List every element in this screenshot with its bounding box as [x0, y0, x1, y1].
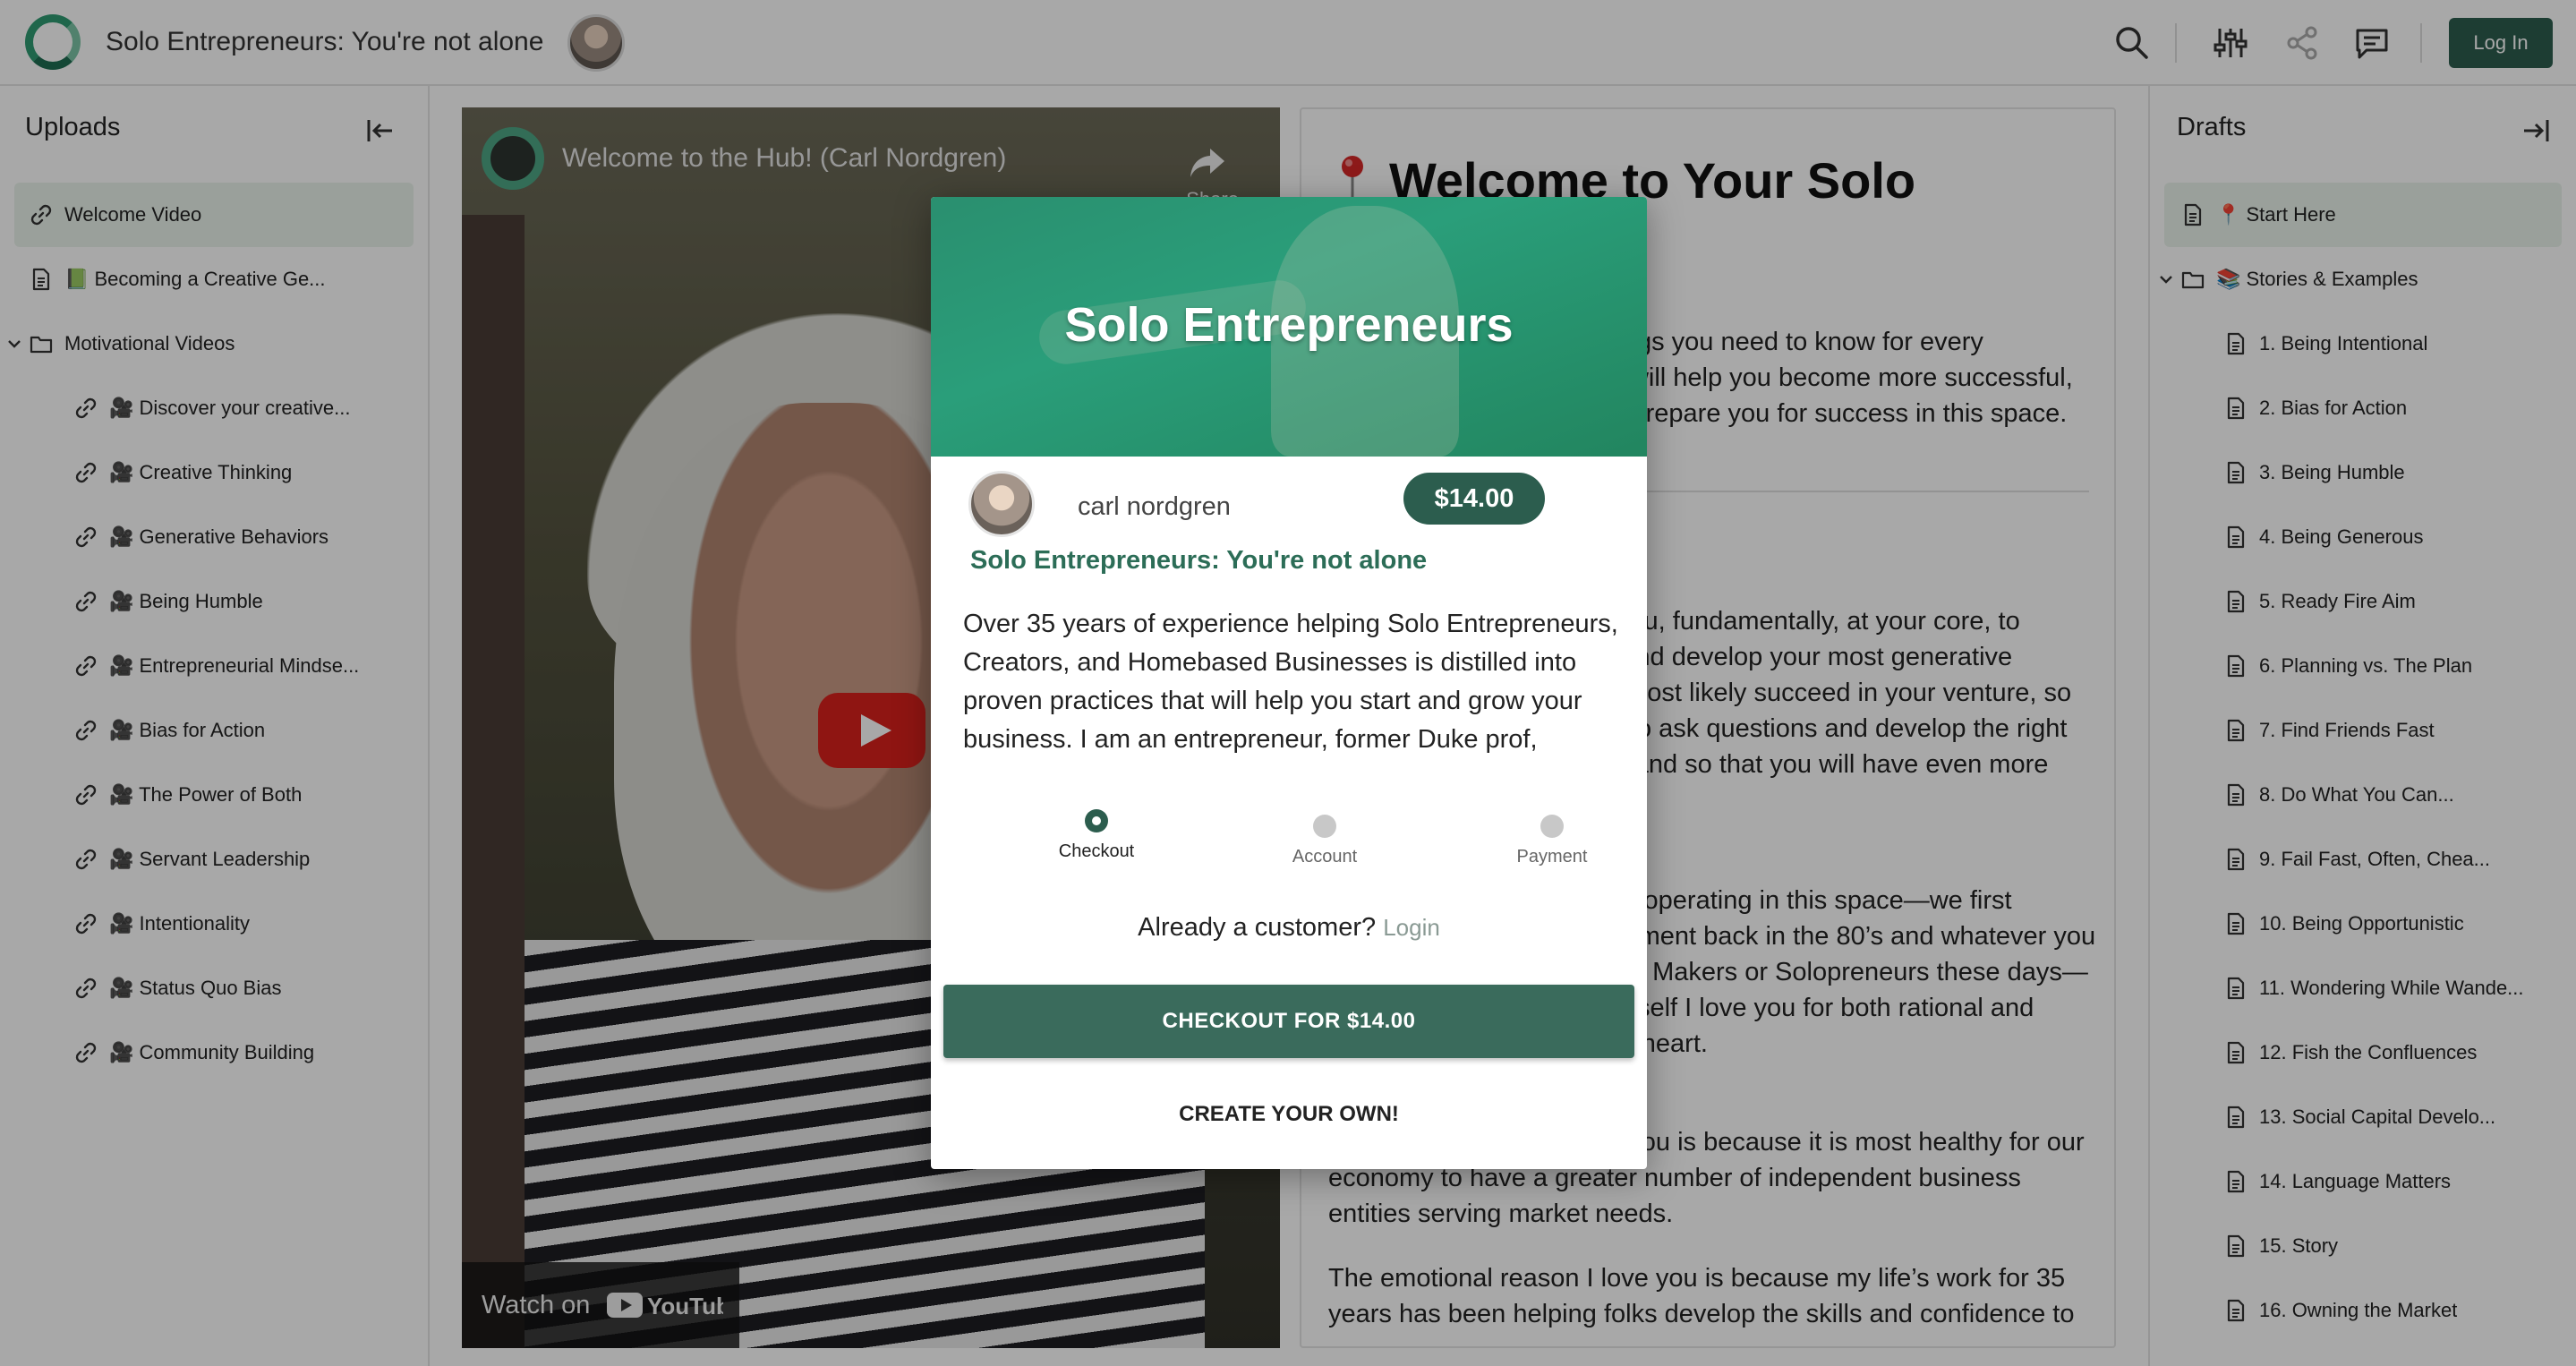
step-account: Account [1244, 806, 1405, 867]
author-name: carl nordgren [1078, 492, 1231, 521]
checkout-button[interactable]: CHECKOUT FOR $14.00 [943, 985, 1634, 1058]
course-banner-title: Solo Entrepreneurs [1064, 298, 1514, 352]
course-description: Over 35 years of experience helping Solo… [963, 610, 1618, 754]
user-icon [1313, 815, 1336, 838]
step-label: Payment [1516, 847, 1588, 867]
step-dot-icon [1085, 809, 1108, 832]
step-payment: Payment [1471, 806, 1633, 867]
step-label: Checkout [1058, 841, 1135, 861]
already-customer-row: Already a customer? Login [931, 913, 1647, 943]
already-customer-text: Already a customer? [1138, 913, 1377, 942]
checkout-steps: Checkout Account Payment [931, 806, 1647, 886]
step-label: Account [1292, 847, 1358, 867]
step-checkout: Checkout [1016, 806, 1177, 862]
payment-icon [1540, 815, 1564, 838]
course-banner: Solo Entrepreneurs [931, 197, 1647, 457]
price-badge: $14.00 [1403, 473, 1545, 525]
create-your-own-button[interactable]: CREATE YOUR OWN! [943, 1083, 1634, 1146]
checkout-modal: Solo Entrepreneurs carl nordgren $14.00 … [931, 197, 1647, 1169]
login-link[interactable]: Login [1383, 914, 1440, 941]
author-avatar [968, 471, 1035, 537]
course-subtitle: Solo Entrepreneurs: You're not alone [970, 546, 1428, 575]
